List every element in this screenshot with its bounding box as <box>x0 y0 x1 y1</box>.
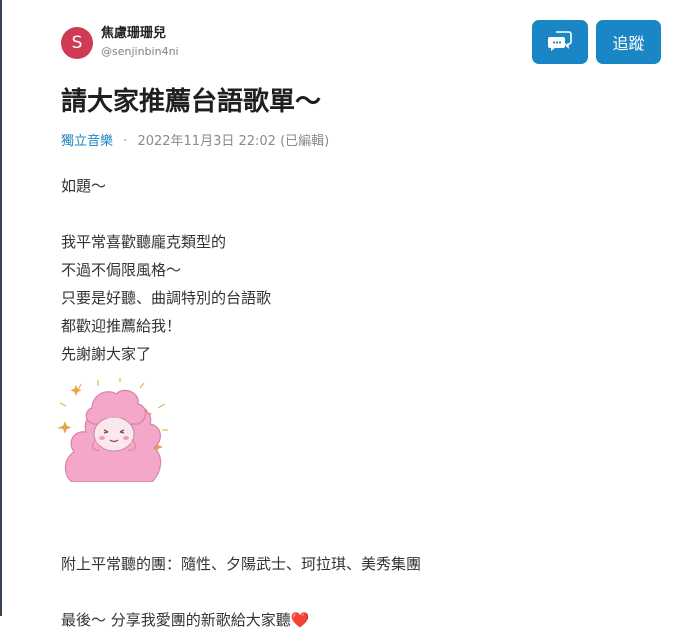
board-link[interactable]: 獨立音樂 <box>61 134 113 149</box>
body-line: 先謝謝大家了 <box>61 345 152 363</box>
sheep-sticker[interactable] <box>58 378 168 483</box>
body-line: 不過不侷限風格～ <box>61 261 182 279</box>
body-line: 我平常喜歡聽龐克類型的 <box>61 233 227 251</box>
body-line: 都歡迎推薦給我！ <box>61 317 182 335</box>
window-edge <box>0 0 2 616</box>
post-title: 請大家推薦台語歌單～ <box>61 87 322 117</box>
author-info: 焦慮珊珊兒 @senjinbin4ni <box>101 26 179 59</box>
chat-button[interactable] <box>532 20 588 64</box>
chat-bubble-icon <box>548 30 572 55</box>
author-handle: @senjinbin4ni <box>101 45 179 58</box>
avatar[interactable]: S <box>61 27 93 59</box>
post-header: S 焦慮珊珊兒 @senjinbin4ni 追蹤 <box>61 20 661 64</box>
body-line: 如題～ <box>61 177 107 195</box>
author-name[interactable]: 焦慮珊珊兒 <box>101 26 179 42</box>
post-meta: 獨立音樂 · 2022年11月3日 22:02 (已編輯) <box>61 133 329 151</box>
body-line: 最後～ 分享我愛團的新歌給大家聽❤️ <box>61 611 310 629</box>
meta-separator: · <box>123 134 128 149</box>
post-date: 2022年11月3日 22:02 (已編輯) <box>137 134 330 149</box>
body-line: 附上平常聽的團：隨性、夕陽武士、珂拉琪、美秀集團 <box>61 555 422 573</box>
follow-button[interactable]: 追蹤 <box>596 20 661 64</box>
body-line: 只要是好聽、曲調特別的台語歌 <box>61 289 272 307</box>
